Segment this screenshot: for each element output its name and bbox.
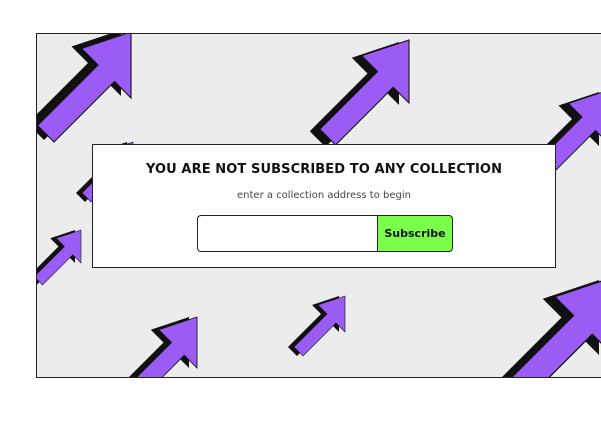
hero-background: YOU ARE NOT SUBSCRIBED TO ANY COLLECTION…	[36, 33, 601, 378]
panel-title: YOU ARE NOT SUBSCRIBED TO ANY COLLECTION	[145, 162, 503, 177]
subscribe-panel: YOU ARE NOT SUBSCRIBED TO ANY COLLECTION…	[92, 144, 556, 268]
collection-address-input[interactable]	[197, 215, 377, 252]
subscribe-form: Subscribe	[197, 215, 453, 252]
panel-subtitle: enter a collection address to begin	[237, 190, 411, 201]
subscribe-button[interactable]: Subscribe	[377, 215, 453, 252]
